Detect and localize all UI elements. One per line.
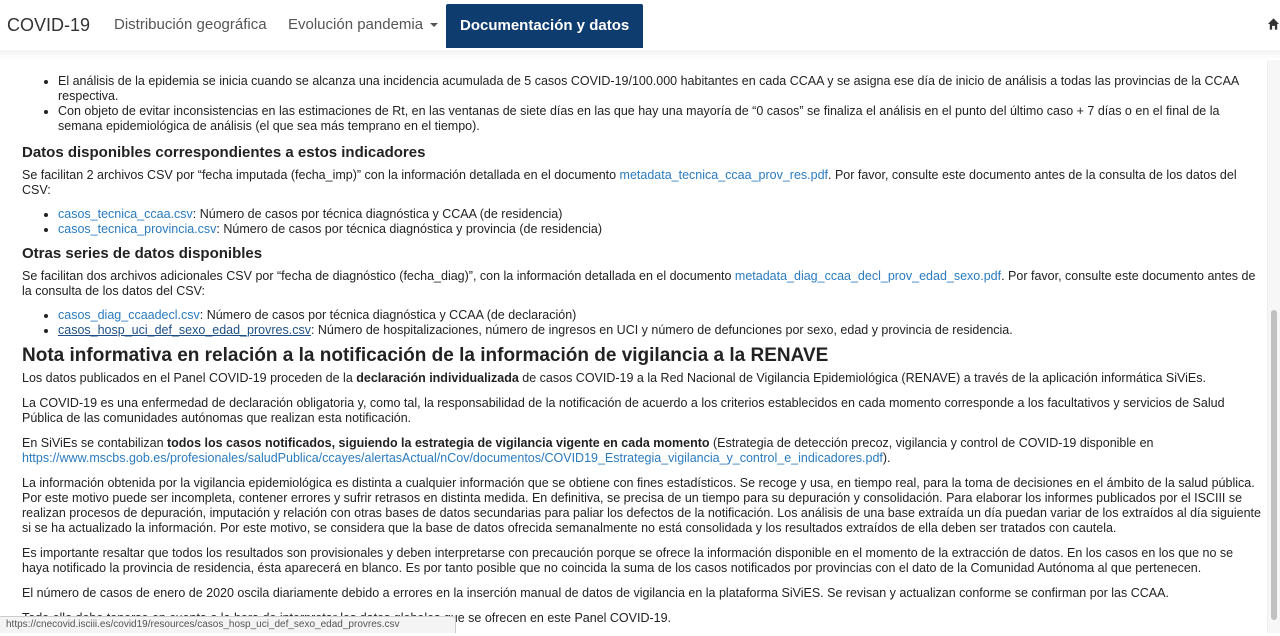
casos-tecnica-provincia-link[interactable]: casos_tecnica_provincia.csv — [58, 222, 216, 236]
nav-documentacion-datos[interactable]: Documentación y datos — [446, 4, 644, 48]
section1-paragraph: Se facilitan 2 archivos CSV por “fecha i… — [22, 168, 1262, 198]
nav-evolucion-pandemia[interactable]: Evolución pandemia — [288, 0, 439, 50]
paragraph-text: de casos COVID-19 a la Red Nacional de V… — [518, 371, 1206, 385]
bold-text: todos los casos notificados, siguiendo l… — [167, 436, 710, 450]
casos-diag-ccaadecl-link[interactable]: casos_diag_ccaadecl.csv — [58, 308, 200, 322]
nota-paragraph-1: Los datos publicados en el Panel COVID-1… — [22, 371, 1262, 386]
paragraph-text: ). — [882, 451, 891, 465]
list-item: El análisis de la epidemia se inicia cua… — [58, 74, 1262, 104]
nota-informativa-heading: Nota informativa en relación a la notifi… — [22, 345, 829, 366]
nota-paragraph-3: En SiViEs se contabilizan todos los caso… — [22, 436, 1262, 466]
nav-evolucion-label: Evolución pandemia — [288, 16, 424, 33]
scrollbar-thumb[interactable] — [1271, 310, 1277, 620]
brand-title[interactable]: COVID-19 — [7, 15, 90, 36]
list-item: casos_tecnica_provincia.csv: Número de c… — [58, 222, 1262, 237]
casos-tecnica-ccaa-link[interactable]: casos_tecnica_ccaa.csv — [58, 207, 193, 221]
nota-paragraph-6: El número de casos de enero de 2020 osci… — [22, 586, 1169, 600]
estrategia-vigilancia-link[interactable]: https://www.mscbs.gob.es/profesionales/s… — [22, 451, 883, 465]
list-item: casos_hosp_uci_def_sexo_edad_provres.csv… — [58, 323, 1262, 338]
section-heading-otras-series: Otras series de datos disponibles — [22, 245, 263, 262]
section2-files: casos_diag_ccaadecl.csv: Número de casos… — [22, 308, 1262, 338]
nota-paragraph-5: Es importante resaltar que todos los res… — [22, 546, 1234, 575]
paragraph-text: (Estrategia de detección precoz, vigilan… — [709, 436, 1154, 450]
chevron-down-icon — [430, 23, 439, 28]
nav-distribucion-geografica[interactable]: Distribución geográfica — [114, 0, 267, 50]
list-item: casos_diag_ccaadecl.csv: Número de casos… — [58, 308, 1262, 323]
metadata-tecnica-link[interactable]: metadata_tecnica_ccaa_prov_res.pdf — [620, 168, 828, 182]
analysis-bullets: El análisis de la epidemia se inicia cua… — [22, 74, 1262, 134]
home-icon[interactable] — [1267, 17, 1280, 31]
paragraph-text: Los datos publicados en el Panel COVID-1… — [22, 371, 357, 385]
section1-files: casos_tecnica_ccaa.csv: Número de casos … — [22, 207, 1262, 237]
paragraph-text: Se facilitan dos archivos adicionales CS… — [22, 269, 735, 283]
list-item: Con objeto de evitar inconsistencias en … — [58, 104, 1262, 134]
section-heading-datos-disponibles: Datos disponibles correspondientes a est… — [22, 144, 426, 161]
paragraph-text: Se facilitan 2 archivos CSV por “fecha i… — [22, 168, 620, 182]
file-description: : Número de casos por técnica diagnóstic… — [192, 207, 563, 221]
section2-paragraph: Se facilitan dos archivos adicionales CS… — [22, 269, 1262, 299]
metadata-diag-link[interactable]: metadata_diag_ccaa_decl_prov_edad_sexo.p… — [735, 269, 1001, 283]
status-bar-url: https://cnecovid.isciii.es/covid19/resou… — [0, 616, 456, 633]
file-description: : Número de hospitalizaciones, número de… — [310, 323, 1013, 337]
casos-hosp-uci-link[interactable]: casos_hosp_uci_def_sexo_edad_provres.csv — [58, 323, 311, 337]
navbar-shadow — [0, 50, 1280, 60]
bold-text: declaración individualizada — [356, 371, 519, 385]
file-description: : Número de casos por técnica diagnóstic… — [216, 222, 603, 236]
nota-paragraph-4: La información obtenida por la vigilanci… — [22, 476, 1261, 535]
nota-paragraph-2: La COVID-19 es una enfermedad de declara… — [22, 396, 1225, 425]
list-item: casos_tecnica_ccaa.csv: Número de casos … — [58, 207, 1262, 222]
file-description: : Número de casos por técnica diagnóstic… — [199, 308, 577, 322]
main-content: El análisis de la epidemia se inicia cua… — [22, 60, 1262, 636]
paragraph-text: En SiViEs se contabilizan — [22, 436, 167, 450]
top-navbar: COVID-19 Distribución geográfica Evoluci… — [0, 0, 1280, 51]
